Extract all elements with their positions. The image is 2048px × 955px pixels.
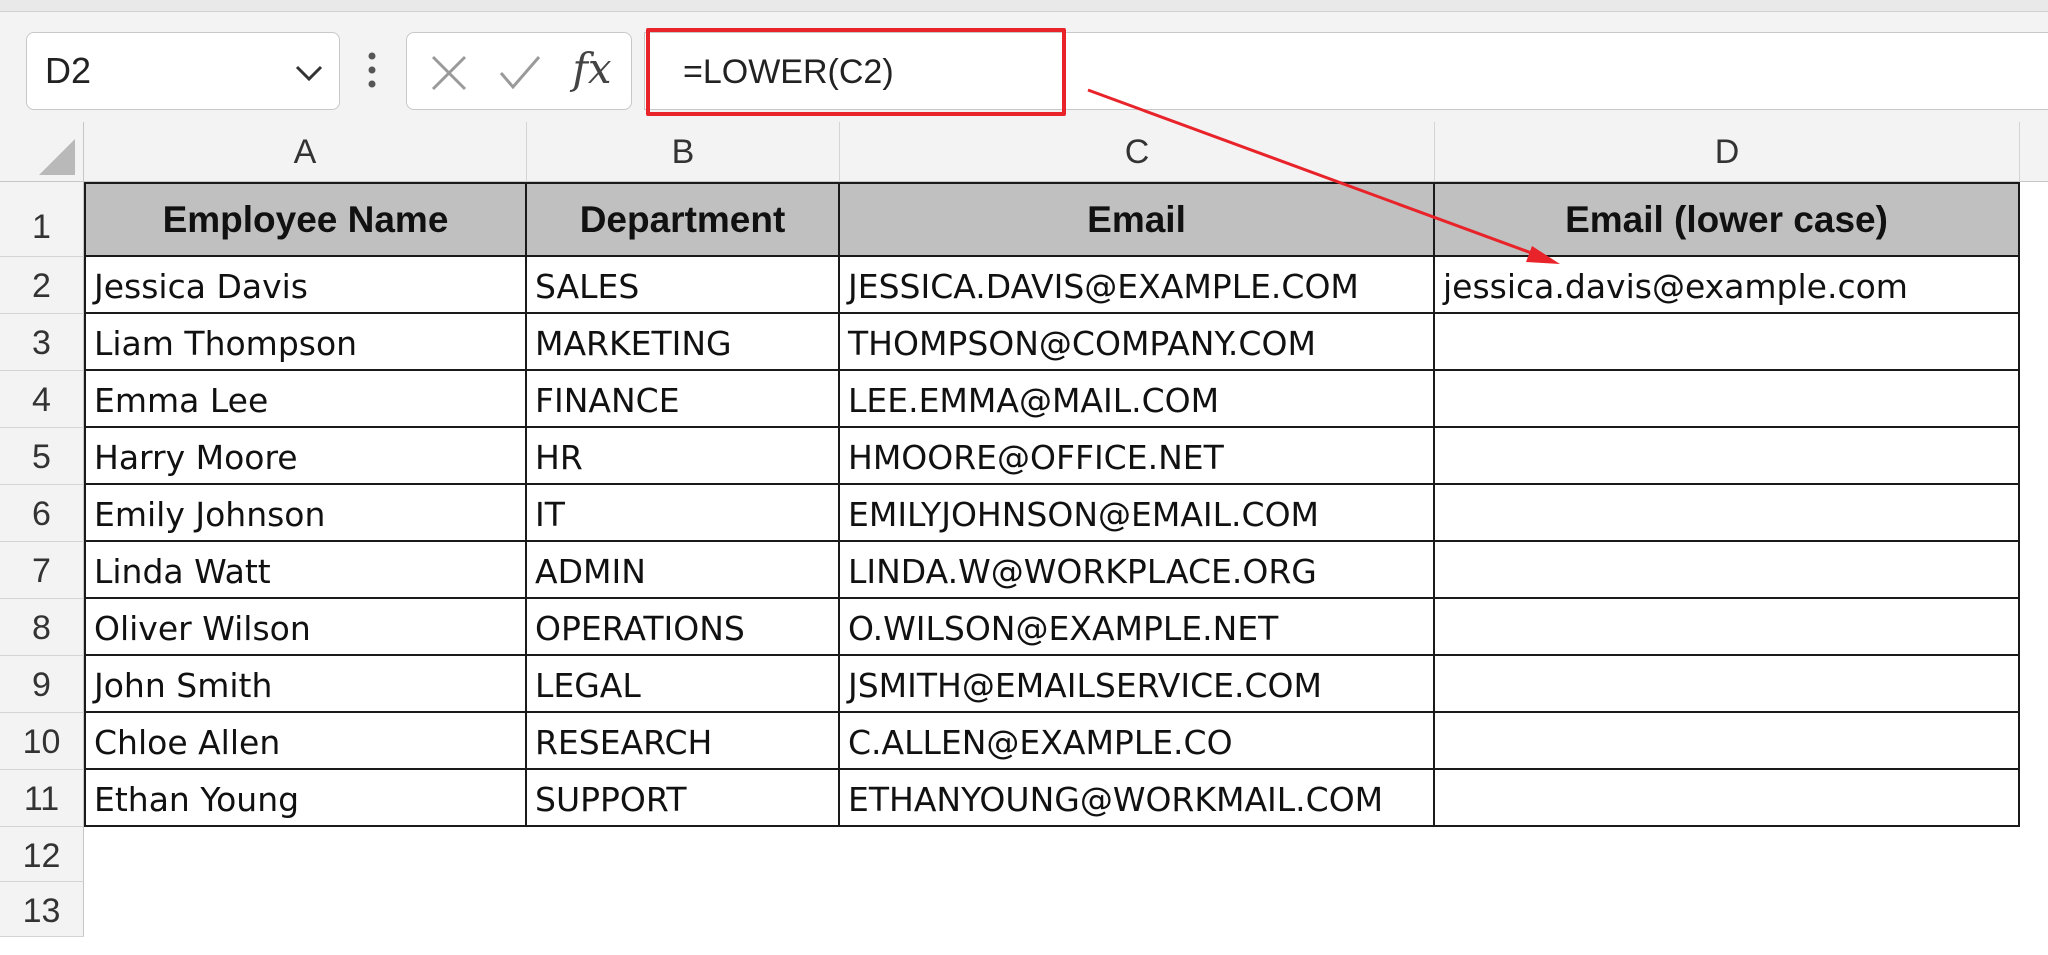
spreadsheet-window: D2 fx =LOWER(C2) A B C D 1 2 3 4 5 6 7 8… bbox=[0, 0, 2048, 955]
column-header-b[interactable]: B bbox=[527, 122, 840, 182]
formula-buttons: fx bbox=[406, 32, 632, 110]
row-header-13[interactable]: 13 bbox=[0, 882, 84, 937]
ribbon-edge bbox=[0, 0, 2048, 12]
row-header-5[interactable]: 5 bbox=[0, 428, 84, 485]
row-header-3[interactable]: 3 bbox=[0, 314, 84, 371]
cell-a2[interactable]: Jessica Davis bbox=[84, 257, 527, 314]
cell-a11[interactable]: Ethan Young bbox=[84, 770, 527, 827]
cell-b3[interactable]: MARKETING bbox=[527, 314, 840, 371]
select-all-corner[interactable] bbox=[0, 122, 84, 182]
cell-d5[interactable] bbox=[1435, 428, 2020, 485]
cell-a4[interactable]: Emma Lee bbox=[84, 371, 527, 428]
column-header-a[interactable]: A bbox=[84, 122, 527, 182]
row-header-6[interactable]: 6 bbox=[0, 485, 84, 542]
check-icon[interactable] bbox=[497, 53, 543, 93]
cell-c7[interactable]: LINDA.W@WORKPLACE.ORG bbox=[840, 542, 1435, 599]
cell-b9[interactable]: LEGAL bbox=[527, 656, 840, 713]
row-header-9[interactable]: 9 bbox=[0, 656, 84, 713]
cell-a5[interactable]: Harry Moore bbox=[84, 428, 527, 485]
cell-b5[interactable]: HR bbox=[527, 428, 840, 485]
name-box-value: D2 bbox=[45, 50, 92, 91]
name-box[interactable]: D2 bbox=[26, 32, 340, 110]
cell-b2[interactable]: SALES bbox=[527, 257, 840, 314]
cell-b7[interactable]: ADMIN bbox=[527, 542, 840, 599]
row-header-1[interactable]: 1 bbox=[0, 182, 84, 257]
cell-d2[interactable]: jessica.davis@example.com bbox=[1435, 257, 2020, 314]
column-header-c[interactable]: C bbox=[840, 122, 1435, 182]
row-header-12[interactable]: 12 bbox=[0, 827, 84, 882]
cell-d11[interactable] bbox=[1435, 770, 2020, 827]
header-cell-a1[interactable]: Employee Name bbox=[84, 182, 527, 257]
cell-c3[interactable]: THOMPSON@COMPANY.COM bbox=[840, 314, 1435, 371]
cell-d4[interactable] bbox=[1435, 371, 2020, 428]
cell-a6[interactable]: Emily Johnson bbox=[84, 485, 527, 542]
cell-c9[interactable]: JSMITH@EMAILSERVICE.COM bbox=[840, 656, 1435, 713]
cell-a9[interactable]: John Smith bbox=[84, 656, 527, 713]
header-cell-b1[interactable]: Department bbox=[527, 182, 840, 257]
cell-d6[interactable] bbox=[1435, 485, 2020, 542]
formula-text: =LOWER(C2) bbox=[683, 53, 894, 91]
formula-bar: D2 fx =LOWER(C2) bbox=[0, 12, 2048, 122]
select-all-triangle bbox=[39, 139, 75, 175]
cell-c2[interactable]: JESSICA.DAVIS@EXAMPLE.COM bbox=[840, 257, 1435, 314]
chevron-down-icon[interactable] bbox=[289, 55, 329, 89]
formula-input[interactable]: =LOWER(C2) bbox=[644, 32, 2048, 110]
cell-c11[interactable]: ETHANYOUNG@WORKMAIL.COM bbox=[840, 770, 1435, 827]
cell-c10[interactable]: C.ALLEN@EXAMPLE.CO bbox=[840, 713, 1435, 770]
row-header-2[interactable]: 2 bbox=[0, 257, 84, 314]
cell-d7[interactable] bbox=[1435, 542, 2020, 599]
cell-a7[interactable]: Linda Watt bbox=[84, 542, 527, 599]
cell-d9[interactable] bbox=[1435, 656, 2020, 713]
row-header-11[interactable]: 11 bbox=[0, 770, 84, 827]
row-header-8[interactable]: 8 bbox=[0, 599, 84, 656]
cell-b11[interactable]: SUPPORT bbox=[527, 770, 840, 827]
header-cell-d1[interactable]: Email (lower case) bbox=[1435, 182, 2020, 257]
cancel-x-icon[interactable] bbox=[429, 53, 469, 93]
cell-b6[interactable]: IT bbox=[527, 485, 840, 542]
cell-c5[interactable]: HMOORE@OFFICE.NET bbox=[840, 428, 1435, 485]
row-header-7[interactable]: 7 bbox=[0, 542, 84, 599]
row-header-10[interactable]: 10 bbox=[0, 713, 84, 770]
fx-icon[interactable]: fx bbox=[567, 41, 617, 97]
cell-c8[interactable]: O.WILSON@EXAMPLE.NET bbox=[840, 599, 1435, 656]
cell-b4[interactable]: FINANCE bbox=[527, 371, 840, 428]
cell-c4[interactable]: LEE.EMMA@MAIL.COM bbox=[840, 371, 1435, 428]
header-cell-c1[interactable]: Email bbox=[840, 182, 1435, 257]
row-header-4[interactable]: 4 bbox=[0, 371, 84, 428]
cell-d10[interactable] bbox=[1435, 713, 2020, 770]
cell-c6[interactable]: EMILYJOHNSON@EMAIL.COM bbox=[840, 485, 1435, 542]
cell-d8[interactable] bbox=[1435, 599, 2020, 656]
cell-d3[interactable] bbox=[1435, 314, 2020, 371]
cell-a3[interactable]: Liam Thompson bbox=[84, 314, 527, 371]
cell-a10[interactable]: Chloe Allen bbox=[84, 713, 527, 770]
cell-b10[interactable]: RESEARCH bbox=[527, 713, 840, 770]
vertical-dots-icon[interactable] bbox=[360, 48, 384, 98]
column-header-d[interactable]: D bbox=[1435, 122, 2020, 182]
cell-a8[interactable]: Oliver Wilson bbox=[84, 599, 527, 656]
cell-b8[interactable]: OPERATIONS bbox=[527, 599, 840, 656]
